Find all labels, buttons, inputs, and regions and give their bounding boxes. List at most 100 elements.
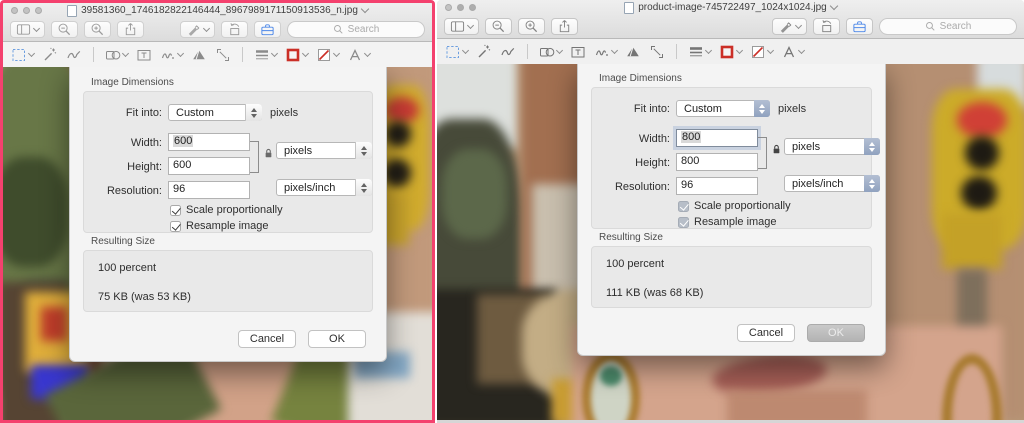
resolution-field[interactable]: 96	[168, 181, 250, 199]
signature-button[interactable]	[594, 44, 617, 60]
markup-toolbox-button[interactable]	[254, 21, 281, 38]
adjust-color-icon	[191, 47, 207, 63]
text-box-button[interactable]	[570, 44, 586, 60]
adjust-color-button[interactable]	[625, 44, 641, 60]
document-area: Image Dimensions Fit into: Custom pixels…	[437, 64, 1024, 423]
chevron-down-icon	[767, 46, 774, 53]
shape-style-button[interactable]	[688, 44, 711, 60]
marker-icon	[778, 19, 793, 34]
sidebar-button[interactable]	[444, 18, 479, 35]
sidebar-button[interactable]	[10, 21, 45, 38]
scale-proportionally-checkbox[interactable]: Scale proportionally	[170, 204, 283, 216]
window-controls	[445, 4, 476, 11]
image-dimensions-dialog: Image Dimensions Fit into: Custom pixels…	[69, 67, 387, 362]
text-style-button[interactable]	[347, 47, 370, 63]
zoom-in-button[interactable]	[518, 18, 545, 35]
height-field[interactable]: 800	[676, 153, 758, 171]
adjust-color-button[interactable]	[191, 47, 207, 63]
title-chevron-icon[interactable]	[829, 2, 837, 10]
border-color-button[interactable]	[719, 44, 742, 60]
cancel-button[interactable]: Cancel	[238, 330, 296, 348]
marker-button[interactable]	[180, 21, 215, 38]
dimensions-group: Fit into: Custom pixels Width: 600 Heigh…	[83, 91, 373, 233]
signature-icon	[594, 44, 610, 60]
filesize-text: 111 KB (was 68 KB)	[606, 287, 703, 299]
adjust-size-button[interactable]	[649, 44, 665, 60]
share-button[interactable]	[551, 18, 578, 35]
close-button[interactable]	[11, 7, 18, 14]
text-style-button[interactable]	[781, 44, 804, 60]
checkbox-icon	[678, 201, 689, 212]
sketch-icon	[66, 47, 82, 63]
search-input[interactable]: Search	[287, 21, 425, 38]
title-chevron-icon[interactable]	[361, 5, 369, 13]
marker-icon	[186, 22, 201, 37]
minimize-button[interactable]	[457, 4, 464, 11]
stepper-icon	[754, 100, 770, 117]
adjust-size-button[interactable]	[215, 47, 231, 63]
section-title: Image Dimensions	[599, 73, 682, 84]
fill-color-button[interactable]	[316, 47, 339, 63]
fit-into-select[interactable]: Custom	[168, 104, 262, 121]
border-color-icon	[719, 44, 735, 60]
border-color-button[interactable]	[285, 47, 308, 63]
rotate-left-button[interactable]	[813, 18, 840, 35]
cancel-button[interactable]: Cancel	[737, 324, 795, 342]
divider	[527, 44, 528, 59]
fit-unit-label: pixels	[778, 103, 806, 115]
preview-window-left: 39581360_1746182822146444_89679891711509…	[0, 0, 435, 423]
titlebar[interactable]: product-image-745722497_1024x1024.jpg	[437, 0, 1024, 15]
resolution-field[interactable]: 96	[676, 177, 758, 195]
selection-tool-button[interactable]	[11, 47, 34, 63]
close-button[interactable]	[445, 4, 452, 11]
fill-color-icon	[316, 47, 332, 63]
chevron-down-icon	[705, 46, 712, 53]
document-icon	[624, 2, 634, 14]
sketch-tool-button[interactable]	[500, 44, 516, 60]
zoom-out-button[interactable]	[485, 18, 512, 35]
height-field[interactable]: 600	[168, 157, 250, 175]
fit-into-label: Fit into:	[86, 107, 162, 119]
shapes-icon	[539, 44, 555, 60]
unit-select[interactable]: pixels	[276, 142, 372, 159]
resample-image-checkbox[interactable]: Resample image	[678, 216, 777, 228]
shapes-button[interactable]	[539, 44, 562, 60]
zoom-button[interactable]	[469, 4, 476, 11]
sketch-tool-button[interactable]	[66, 47, 82, 63]
text-style-icon	[781, 44, 797, 60]
width-field[interactable]: 600	[168, 133, 250, 151]
stepper-icon	[864, 138, 880, 155]
share-button[interactable]	[117, 21, 144, 38]
minimize-button[interactable]	[23, 7, 30, 14]
resolution-unit-select[interactable]: pixels/inch	[276, 179, 372, 196]
checkbox-icon	[170, 205, 181, 216]
selection-tool-button[interactable]	[445, 44, 468, 60]
titlebar[interactable]: 39581360_1746182822146444_89679891711509…	[3, 3, 432, 18]
chevron-down-icon	[302, 49, 309, 56]
zoom-out-button[interactable]	[51, 21, 78, 38]
width-field[interactable]: 800	[676, 129, 758, 147]
rotate-left-button[interactable]	[221, 21, 248, 38]
magic-wand-button[interactable]	[42, 47, 58, 63]
fit-into-select[interactable]: Custom	[676, 100, 770, 117]
unit-select[interactable]: pixels	[784, 138, 880, 155]
resolution-label: Resolution:	[594, 181, 670, 193]
shape-style-button[interactable]	[254, 47, 277, 63]
scale-proportionally-checkbox[interactable]: Scale proportionally	[678, 200, 791, 212]
ok-button[interactable]: OK	[308, 330, 366, 348]
zoom-button[interactable]	[35, 7, 42, 14]
magic-wand-button[interactable]	[476, 44, 492, 60]
zoom-in-button[interactable]	[84, 21, 111, 38]
resolution-unit-select[interactable]: pixels/inch	[784, 175, 880, 192]
ok-button[interactable]: OK	[807, 324, 865, 342]
search-icon	[333, 24, 344, 35]
fill-color-button[interactable]	[750, 44, 773, 60]
text-box-button[interactable]	[136, 47, 152, 63]
toolbar: Search	[437, 15, 1024, 38]
markup-toolbox-button[interactable]	[846, 18, 873, 35]
marker-button[interactable]	[772, 18, 807, 35]
search-input[interactable]: Search	[879, 18, 1017, 35]
signature-button[interactable]	[160, 47, 183, 63]
shapes-button[interactable]	[105, 47, 128, 63]
resample-image-checkbox[interactable]: Resample image	[170, 220, 269, 232]
